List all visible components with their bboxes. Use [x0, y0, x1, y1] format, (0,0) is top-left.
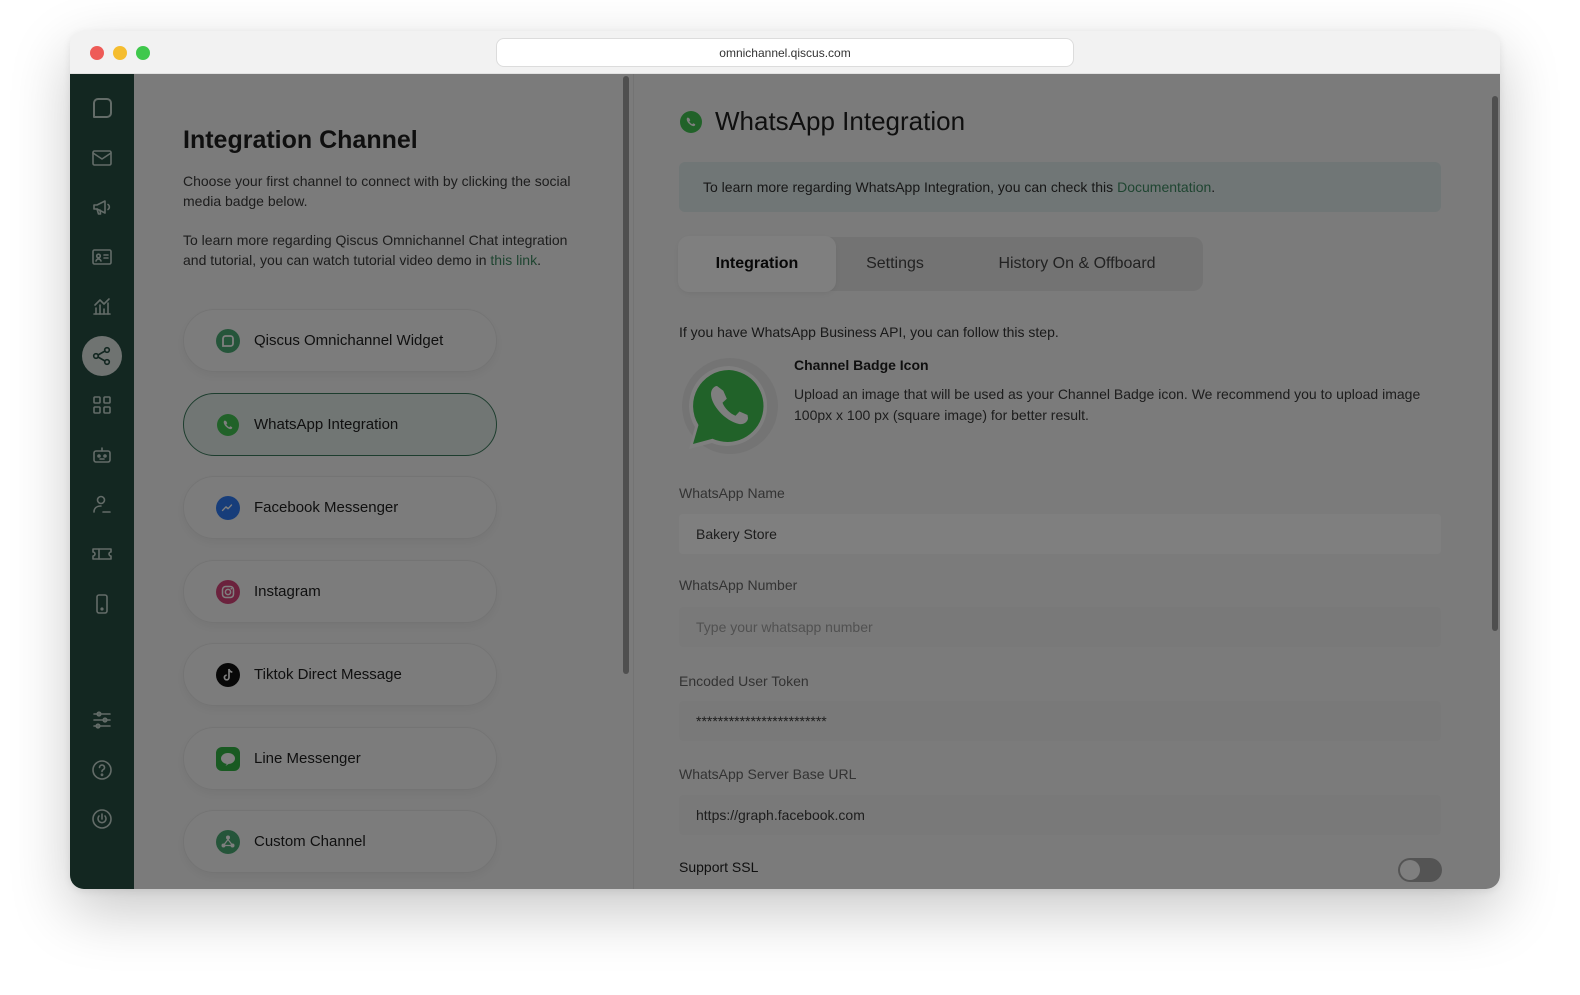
server-url-label: WhatsApp Server Base URL	[679, 766, 857, 782]
tab-settings[interactable]: Settings	[836, 237, 954, 291]
channel-whatsapp[interactable]: WhatsApp Integration	[183, 393, 497, 456]
maximize-window-button[interactable]	[136, 46, 150, 60]
settings-sliders-icon[interactable]	[82, 700, 122, 740]
channel-label: Tiktok Direct Message	[254, 666, 402, 683]
support-ssl-label: Support SSL	[679, 859, 759, 875]
bot-icon[interactable]	[82, 435, 122, 475]
integration-share-icon[interactable]	[82, 336, 122, 376]
integration-detail-panel: WhatsApp Integration To learn more regar…	[635, 74, 1500, 889]
left-scrollbar[interactable]	[623, 76, 629, 674]
page-title: Integration Channel	[183, 126, 418, 154]
tab-history-onboard-offboard[interactable]: History On & Offboard	[957, 237, 1197, 291]
megaphone-icon[interactable]	[82, 187, 122, 227]
channel-tiktok[interactable]: Tiktok Direct Message	[183, 643, 497, 706]
browser-window: omnichannel.qiscus.com Integration Chann…	[70, 31, 1500, 889]
whatsapp-name-input[interactable]	[679, 514, 1441, 554]
help-icon[interactable]	[82, 750, 122, 790]
whatsapp-icon	[680, 110, 702, 133]
channel-list-panel: Integration Channel Choose your first ch…	[134, 74, 622, 889]
step-instruction: If you have WhatsApp Business API, you c…	[679, 324, 1059, 340]
line-icon	[216, 746, 240, 771]
analytics-icon[interactable]	[82, 286, 122, 326]
address-bar[interactable]: omnichannel.qiscus.com	[496, 38, 1074, 67]
inbox-icon[interactable]	[82, 138, 122, 178]
mobile-icon[interactable]	[82, 584, 122, 624]
main-sidebar	[70, 74, 134, 889]
badge-description: Upload an image that will be used as you…	[794, 386, 1421, 423]
channel-line[interactable]: Line Messenger	[183, 727, 497, 790]
whatsapp-name-label: WhatsApp Name	[679, 485, 785, 501]
user-token-input[interactable]	[679, 701, 1441, 741]
channel-custom[interactable]: Custom Channel	[183, 810, 497, 873]
channel-instagram[interactable]: Instagram	[183, 560, 497, 623]
power-icon[interactable]	[82, 799, 122, 839]
tab-bar: Integration Settings History On & Offboa…	[679, 237, 1203, 291]
close-window-button[interactable]	[90, 46, 104, 60]
tutorial-link[interactable]: this link	[490, 252, 537, 268]
channel-facebook-messenger[interactable]: Facebook Messenger	[183, 476, 497, 539]
contact-card-icon[interactable]	[82, 237, 122, 277]
support-ssl-toggle[interactable]	[1398, 858, 1442, 882]
toggle-knob	[1400, 860, 1420, 880]
right-scrollbar[interactable]	[1492, 96, 1498, 631]
detail-title: WhatsApp Integration	[679, 106, 965, 137]
documentation-link[interactable]: Documentation	[1117, 179, 1211, 195]
tab-integration[interactable]: Integration	[680, 238, 834, 290]
channel-label: Facebook Messenger	[254, 499, 399, 516]
channel-label: Instagram	[254, 583, 321, 600]
tiktok-icon	[216, 662, 240, 687]
channel-label: Qiscus Omnichannel Widget	[254, 332, 444, 349]
channel-label: Custom Channel	[254, 833, 366, 850]
panel-divider	[633, 74, 634, 889]
user-token-label: Encoded User Token	[679, 673, 809, 689]
intro-text: Choose your first channel to connect wit…	[183, 173, 571, 209]
minimize-window-button[interactable]	[113, 46, 127, 60]
whatsapp-number-input[interactable]	[679, 607, 1441, 647]
channel-qiscus-widget[interactable]: Qiscus Omnichannel Widget	[183, 309, 497, 372]
instagram-icon	[216, 579, 240, 604]
channel-badge-image[interactable]	[679, 357, 779, 457]
custom-channel-icon	[216, 829, 240, 854]
badge-title: Channel Badge Icon	[794, 357, 929, 373]
documentation-banner: To learn more regarding WhatsApp Integra…	[679, 162, 1441, 212]
whatsapp-icon	[216, 413, 240, 437]
channel-label: WhatsApp Integration	[254, 416, 399, 433]
detail-title-text: WhatsApp Integration	[715, 106, 966, 136]
qiscus-widget-icon	[216, 328, 240, 353]
agent-icon[interactable]	[82, 484, 122, 524]
server-url-input[interactable]	[679, 795, 1441, 835]
messenger-icon	[216, 495, 240, 520]
whatsapp-number-label: WhatsApp Number	[679, 577, 798, 593]
tutorial-text: To learn more regarding Qiscus Omnichann…	[183, 232, 568, 268]
browser-titlebar: omnichannel.qiscus.com	[70, 31, 1500, 74]
apps-grid-icon[interactable]	[82, 385, 122, 425]
ticket-icon[interactable]	[82, 534, 122, 574]
chat-bubble-icon[interactable]	[82, 88, 122, 128]
app-content: Integration Channel Choose your first ch…	[70, 74, 1500, 889]
channel-label: Line Messenger	[254, 750, 361, 767]
